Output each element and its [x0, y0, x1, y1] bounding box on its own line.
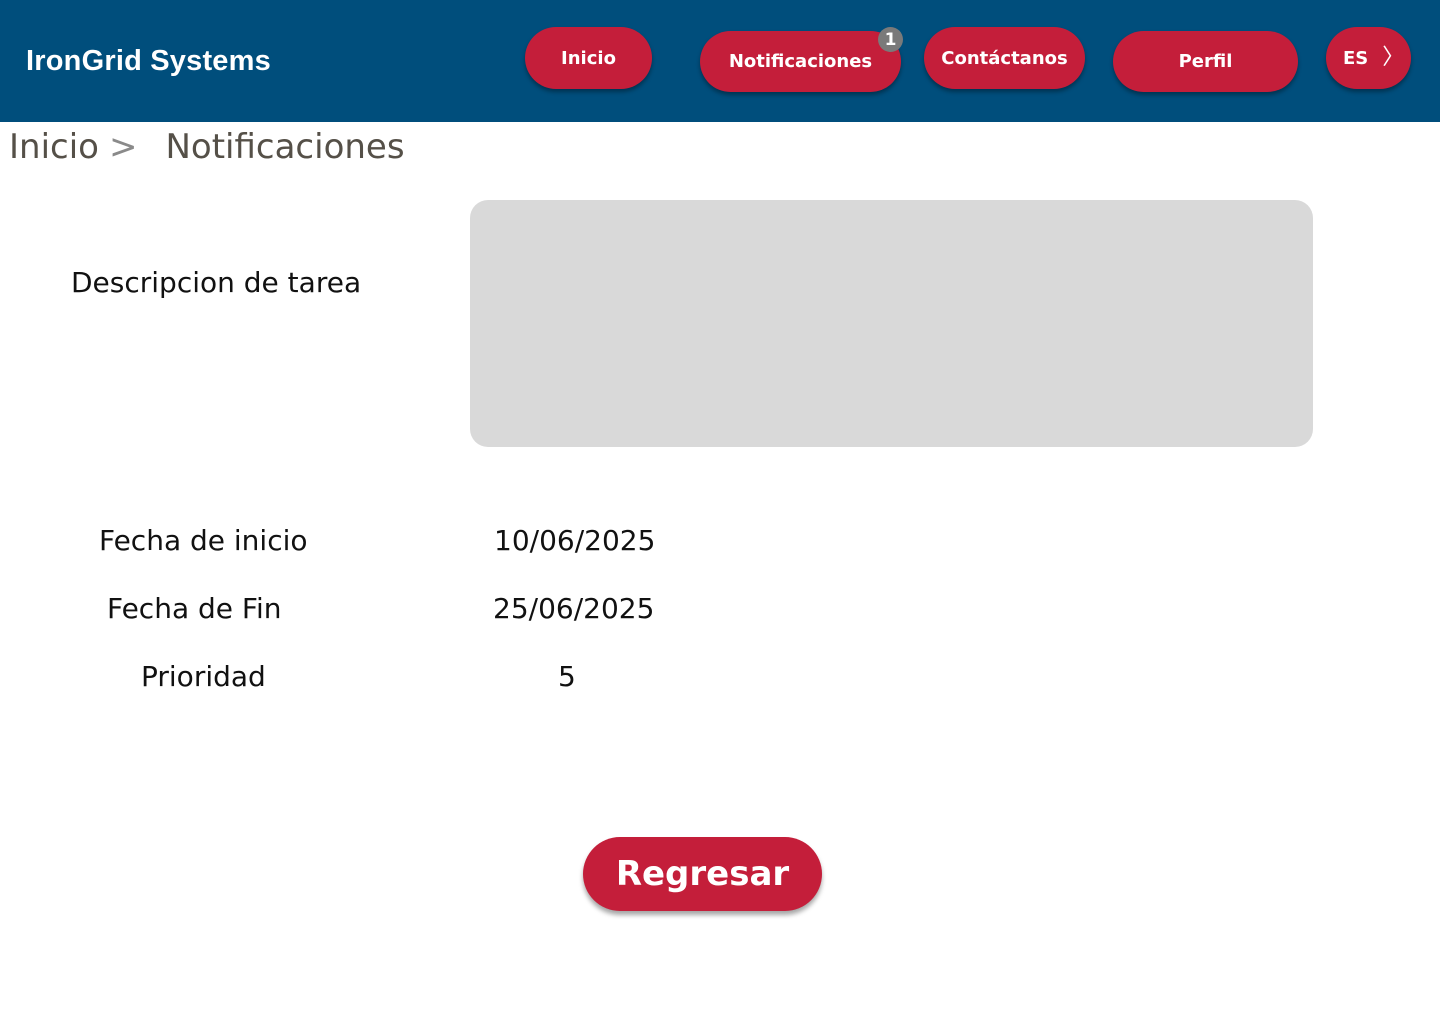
nav-contact-button[interactable]: Contáctanos	[924, 27, 1085, 89]
priority-value: 5	[558, 660, 576, 693]
nav-profile-button[interactable]: Perfil	[1113, 31, 1298, 92]
language-selector-button[interactable]: ES 〉	[1326, 27, 1411, 89]
top-navigation-bar: IronGrid Systems Inicio Notificaciones 1…	[0, 0, 1440, 122]
notification-count-badge: 1	[878, 27, 903, 52]
breadcrumb: Inicio > Notificaciones	[9, 126, 405, 168]
description-label: Descripcion de tarea	[71, 266, 362, 299]
breadcrumb-separator-icon: >	[108, 127, 138, 167]
end-date-label: Fecha de Fin	[107, 592, 282, 625]
start-date-value: 10/06/2025	[494, 524, 656, 557]
nav-notifications-button[interactable]: Notificaciones	[700, 31, 901, 92]
priority-label: Prioridad	[141, 660, 266, 693]
end-date-value: 25/06/2025	[493, 592, 655, 625]
nav-home-button[interactable]: Inicio	[525, 27, 652, 89]
breadcrumb-item-notifications: Notificaciones	[165, 127, 405, 167]
description-box	[470, 200, 1313, 447]
language-code: ES	[1343, 47, 1369, 69]
breadcrumb-item-home[interactable]: Inicio	[9, 127, 99, 167]
back-button[interactable]: Regresar	[583, 837, 822, 911]
start-date-label: Fecha de inicio	[99, 524, 308, 557]
brand-logo[interactable]: IronGrid Systems	[26, 42, 271, 80]
chevron-right-icon: 〉	[1382, 45, 1405, 70]
